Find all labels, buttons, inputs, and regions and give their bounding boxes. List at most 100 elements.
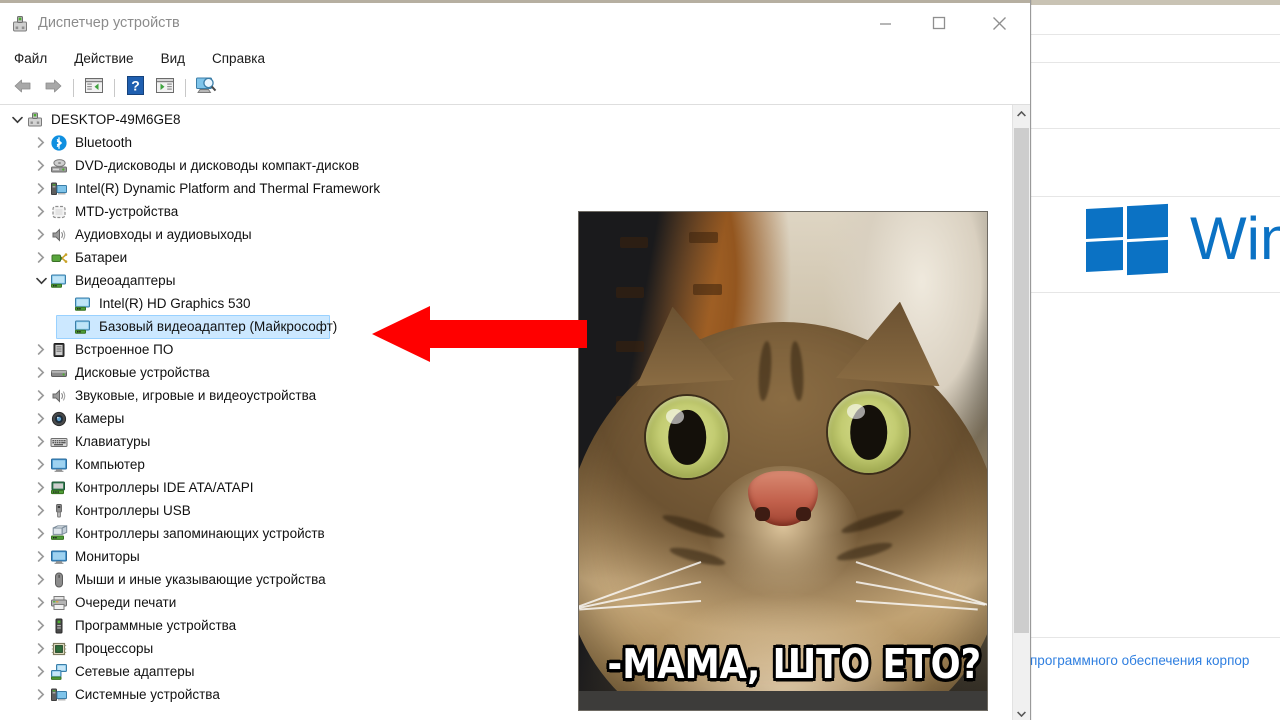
chevron-right-icon[interactable] [32,131,50,154]
ide-controller-icon [50,479,68,497]
vertical-scrollbar[interactable] [1012,105,1030,720]
maximize-button[interactable] [916,3,962,43]
tree-item-label: Встроенное ПО [75,341,174,357]
chevron-right-icon[interactable] [32,246,50,269]
mouse-icon [50,571,68,589]
tree-item-label: Bluetooth [75,134,133,150]
tree-item[interactable]: DVD-дисководы и дисководы компакт-дисков [0,154,1000,177]
panel-right-icon [155,77,175,99]
chevron-right-icon[interactable] [32,200,50,223]
background-link[interactable]: программного обеспечения корпор [1030,653,1280,668]
speaker-icon [50,387,68,405]
tree-item-label: Клавиатуры [75,433,151,449]
network-adapter-icon [50,663,68,681]
printer-icon [50,594,68,612]
monitor-icon [50,456,68,474]
tree-item-label: Видеоадаптеры [75,272,176,288]
chevron-right-icon[interactable] [32,154,50,177]
chevron-right-icon[interactable] [32,545,50,568]
menu-help[interactable]: Справка [210,49,267,68]
computer-icon [26,111,44,129]
tree-item[interactable]: DESKTOP-49M6GE8 [0,108,1000,131]
scan-hardware-changes-button[interactable] [191,75,221,101]
device-manager-icon [10,14,30,34]
chevron-right-icon[interactable] [32,407,50,430]
windows-logo-icon [1086,203,1168,276]
question-mark-icon: ? [126,76,144,100]
tree-item-label: DESKTOP-49M6GE8 [51,111,181,127]
chevron-right-icon[interactable] [32,384,50,407]
scrollbar-thumb[interactable] [1014,128,1029,633]
monitor-icon [50,548,68,566]
help-button[interactable]: ? [120,75,150,101]
title-bar[interactable]: Диспетчер устройств [0,0,1030,45]
menu-view[interactable]: Вид [159,49,187,68]
display-adapter-icon [74,295,92,313]
tree-item-label: DVD-дисководы и дисководы компакт-дисков [75,157,360,173]
cat-eye-left [646,396,728,479]
processor-icon [50,640,68,658]
minimize-button[interactable] [862,3,908,43]
background-divider [1030,637,1280,638]
chevron-right-icon[interactable] [32,591,50,614]
tree-item-label: Базовый видеоадаптер (Майкрософт) [99,318,338,334]
chevron-right-icon[interactable] [32,223,50,246]
background-divider [1030,34,1280,35]
windows-brand-label: Win [1190,205,1280,272]
menu-file[interactable]: Файл [12,49,49,68]
chevron-right-icon[interactable] [32,637,50,660]
meme-caption: -МАМА, ШТО ЕТО? [607,640,982,688]
show-hide-console-tree-button[interactable] [79,75,109,101]
menu-action[interactable]: Действие [72,49,135,68]
chevron-down-icon[interactable] [8,108,26,131]
scroll-down-button[interactable] [1013,705,1030,720]
windows-brand-row: Win [1086,203,1280,276]
background-top-strip [1030,0,1280,5]
keyboard-icon [50,433,68,451]
properties-button[interactable] [150,75,180,101]
red-arrow-annotation [372,306,587,362]
tree-item[interactable]: Intel(R) Dynamic Platform and Thermal Fr… [0,177,1000,200]
cat-nose [748,470,818,526]
back-button[interactable] [8,75,38,101]
chevron-right-icon[interactable] [32,361,50,384]
tree-item[interactable]: Bluetooth [0,131,1000,154]
background-divider [1030,292,1280,293]
tree-item-label: Контроллеры USB [75,502,191,518]
tree-item-label: Системные устройства [75,686,220,702]
tree-item-label: Процессоры [75,640,154,656]
monitor-scan-icon [195,76,217,100]
display-adapter-icon [50,272,68,290]
forward-button[interactable] [38,75,68,101]
chevron-right-icon[interactable] [32,430,50,453]
usb-icon [50,502,68,520]
tree-item-label: Батареи [75,249,128,265]
tree-item-label: Intel(R) Dynamic Platform and Thermal Fr… [75,180,381,196]
chevron-right-icon[interactable] [32,568,50,591]
tree-item-label: Мыши и иные указывающие устройства [75,571,326,587]
speaker-icon [50,226,68,244]
arrow-left-icon [372,306,587,362]
cat-photo [579,212,987,710]
chevron-right-icon[interactable] [32,522,50,545]
close-button[interactable] [976,3,1022,43]
chevron-right-icon[interactable] [32,338,50,361]
background-divider [1030,196,1280,197]
toolbar: ? [0,72,1030,105]
chevron-right-icon[interactable] [32,499,50,522]
chevron-right-icon[interactable] [32,660,50,683]
tree-item-label: Intel(R) HD Graphics 530 [99,295,251,311]
chevron-down-icon[interactable] [32,269,50,292]
camera-icon [50,410,68,428]
tree-item-label: Камеры [75,410,125,426]
battery-icon [50,249,68,267]
chevron-right-icon[interactable] [32,453,50,476]
software-device-icon [50,617,68,635]
chevron-right-icon[interactable] [32,683,50,706]
dvd-drive-icon [50,157,68,175]
chevron-right-icon[interactable] [32,476,50,499]
scroll-up-button[interactable] [1013,105,1030,123]
chevron-right-icon[interactable] [32,177,50,200]
chevron-right-icon[interactable] [32,614,50,637]
